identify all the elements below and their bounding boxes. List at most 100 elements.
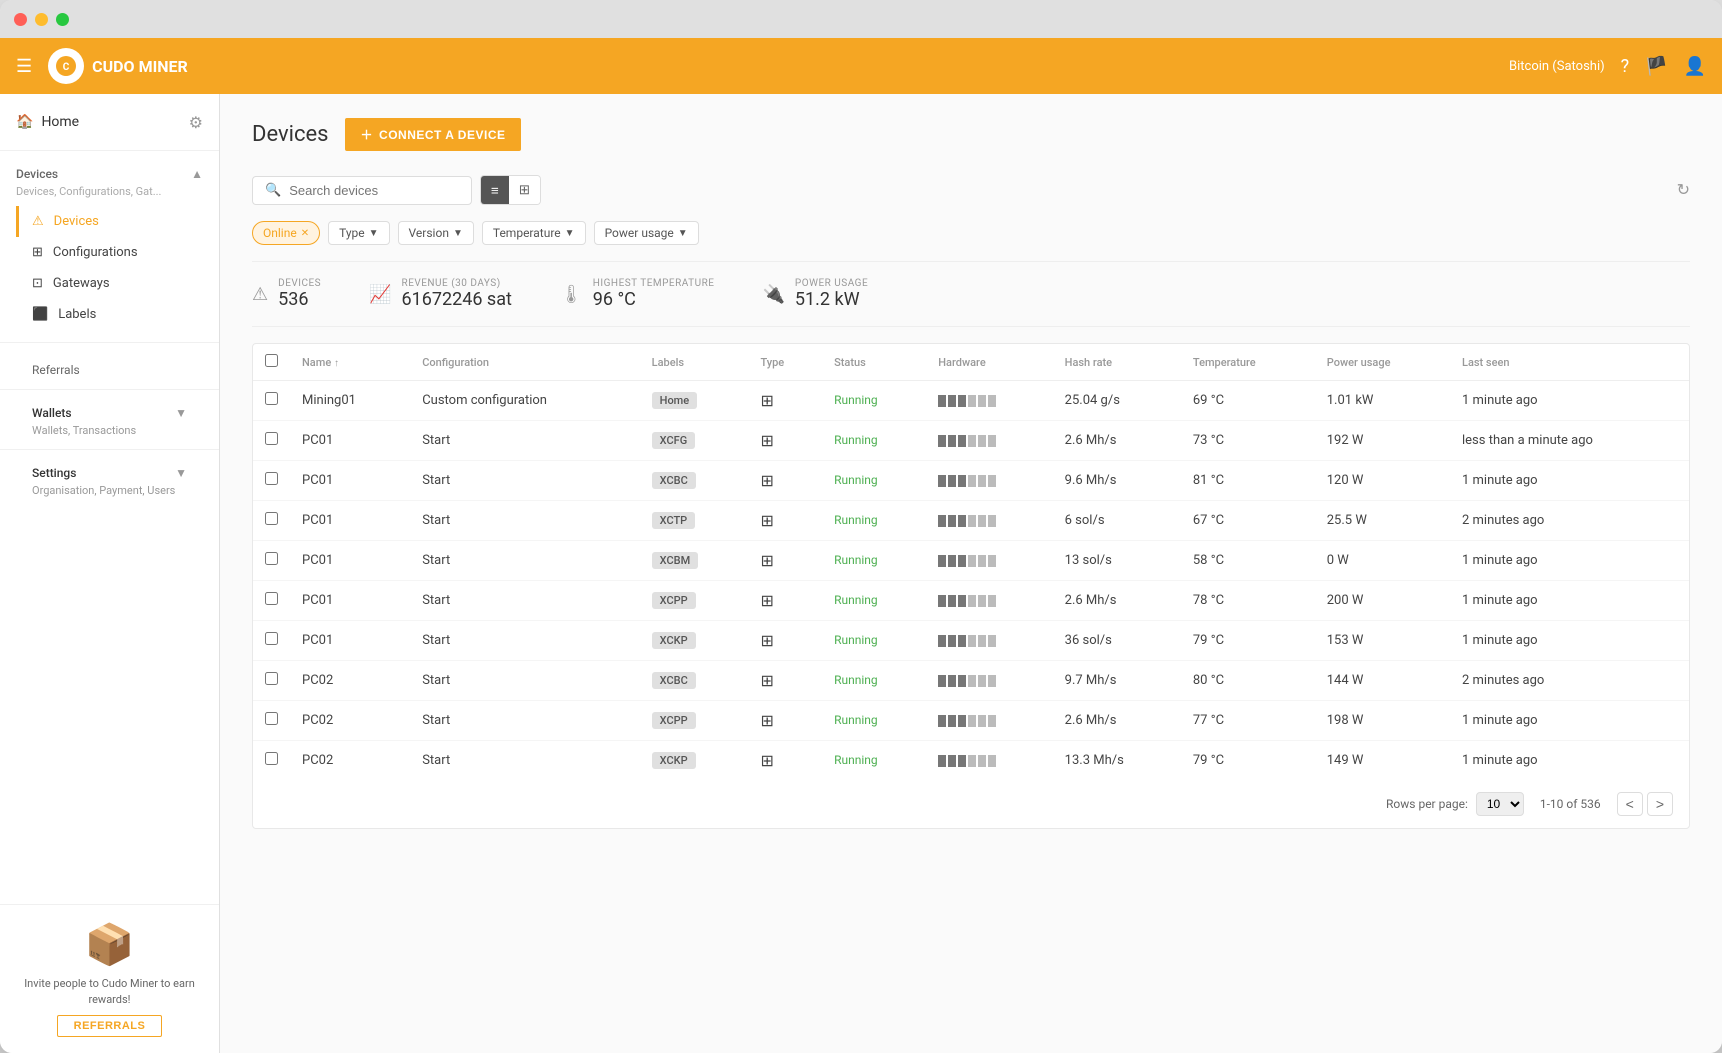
promo-section: 📦 Invite people to Cudo Miner to earn re… [0,904,219,1053]
col-lastseen[interactable]: Last seen [1450,344,1689,381]
cell-type-6: ⊞ [748,621,822,661]
cell-name-4: PC01 [290,541,410,581]
cell-label-2: XCBC [640,461,749,501]
sidebar-item-devices[interactable]: ⚠ Devices [16,206,203,237]
power-filter-arrow: ▼ [678,228,688,239]
devices-stat-value: 536 [278,289,321,310]
help-icon[interactable]: ? [1621,56,1630,77]
maximize-btn[interactable] [56,13,69,26]
sidebar-item-configurations[interactable]: ⊞ Configurations [16,237,203,268]
cell-temp-8: 77 °C [1181,701,1315,741]
cell-name-1: PC01 [290,421,410,461]
sidebar-item-referrals[interactable]: Referrals [16,355,203,385]
row-checkbox-6[interactable] [265,632,278,645]
list-view-button[interactable]: ≡ [481,176,509,204]
col-power[interactable]: Power usage [1315,344,1450,381]
table-row: PC02 Start XCBC ⊞ Running 9.7 Mh/s 80 °C… [253,661,1689,701]
refresh-button[interactable]: ↻ [1677,180,1690,200]
row-checkbox-8[interactable] [265,712,278,725]
col-name[interactable]: Name ↑ [290,344,410,381]
row-checkbox-4[interactable] [265,552,278,565]
sidebar-item-home[interactable]: 🏠 Home [16,106,79,138]
rows-per-page: Rows per page: 10 25 50 [1386,792,1524,816]
type-filter[interactable]: Type ▼ [328,221,389,245]
table-row: PC01 Start XCFG ⊞ Running 2.6 Mh/s 73 °C… [253,421,1689,461]
temperature-filter[interactable]: Temperature ▼ [482,221,586,245]
cell-hashrate-2: 9.6 Mh/s [1053,461,1181,501]
cell-type-1: ⊞ [748,421,822,461]
sidebar-item-labels[interactable]: ⬛ Labels [16,299,203,330]
select-all-checkbox[interactable] [265,354,278,367]
navbar: ☰ C CUDO MINER Bitcoin (Satoshi) ? 🏴 👤 [0,38,1722,94]
cell-temp-2: 81 °C [1181,461,1315,501]
cell-power-9: 149 W [1315,741,1450,781]
logo-text: CUDO MINER [92,57,188,76]
cell-label-4: XCBM [640,541,749,581]
flag-icon[interactable]: 🏴 [1645,56,1667,77]
row-checkbox-5[interactable] [265,592,278,605]
online-filter-close[interactable]: ✕ [301,228,309,239]
settings-icon[interactable]: ⚙ [189,113,203,132]
grid-view-button[interactable]: ⊞ [509,176,540,204]
row-checkbox-0[interactable] [265,392,278,405]
search-input[interactable] [289,183,459,198]
sidebar-item-wallets[interactable]: Wallets ▼ [16,402,203,424]
cell-power-5: 200 W [1315,581,1450,621]
col-labels[interactable]: Labels [640,344,749,381]
row-checkbox-2[interactable] [265,472,278,485]
search-icon: 🔍 [265,183,281,198]
col-temperature[interactable]: Temperature [1181,344,1315,381]
cell-status-3: Running [822,501,926,541]
row-checkbox-7[interactable] [265,672,278,685]
cell-name-7: PC02 [290,661,410,701]
cell-name-9: PC02 [290,741,410,781]
version-filter[interactable]: Version ▼ [398,221,474,245]
collapse-icon[interactable]: ▲ [191,167,203,181]
cell-type-9: ⊞ [748,741,822,781]
power-filter[interactable]: Power usage ▼ [594,221,699,245]
row-checkbox-3[interactable] [265,512,278,525]
online-filter-tag[interactable]: Online ✕ [252,221,320,245]
connect-btn-label: CONNECT A DEVICE [379,128,505,142]
view-toggle: ≡ ⊞ [480,175,541,205]
user-icon[interactable]: 👤 [1684,56,1706,77]
cell-temp-0: 69 °C [1181,381,1315,421]
col-status[interactable]: Status [822,344,926,381]
cell-temp-1: 73 °C [1181,421,1315,461]
prev-page-button[interactable]: < [1617,792,1643,816]
cell-status-9: Running [822,741,926,781]
row-checkbox-9[interactable] [265,752,278,765]
col-hashrate[interactable]: Hash rate [1053,344,1181,381]
logo: C CUDO MINER [48,48,188,84]
cell-config-7: Start [410,661,639,701]
col-hardware[interactable]: Hardware [926,344,1052,381]
rows-per-page-select[interactable]: 10 25 50 [1476,792,1524,816]
connect-device-button[interactable]: ＋ CONNECT A DEVICE [345,118,522,151]
sidebar-item-gateways[interactable]: ⊡ Gateways [16,268,203,299]
cell-power-7: 144 W [1315,661,1450,701]
col-type[interactable]: Type [748,344,822,381]
cell-name-2: PC01 [290,461,410,501]
page-info: 1-10 of 536 [1540,797,1601,811]
close-btn[interactable] [14,13,27,26]
cell-label-1: XCFG [640,421,749,461]
menu-icon[interactable]: ☰ [16,56,32,77]
temperature-stat-icon: 🌡 [560,284,583,305]
cell-hashrate-1: 2.6 Mh/s [1053,421,1181,461]
minimize-btn[interactable] [35,13,48,26]
cell-config-8: Start [410,701,639,741]
online-filter-label: Online [263,226,297,240]
cell-label-6: XCKP [640,621,749,661]
row-checkbox-1[interactable] [265,432,278,445]
power-stat-label: POWER USAGE [795,278,868,289]
col-configuration[interactable]: Configuration [410,344,639,381]
sidebar-item-settings[interactable]: Settings ▼ [16,462,203,484]
referrals-button[interactable]: REFERRALS [57,1015,163,1037]
next-page-button[interactable]: > [1647,792,1673,816]
cell-hashrate-4: 13 sol/s [1053,541,1181,581]
cell-power-2: 120 W [1315,461,1450,501]
table-row: PC01 Start XCTP ⊞ Running 6 sol/s 67 °C … [253,501,1689,541]
table-row: Mining01 Custom configuration Home ⊞ Run… [253,381,1689,421]
temperature-filter-arrow: ▼ [565,228,575,239]
cell-hardware-8 [926,701,1052,741]
